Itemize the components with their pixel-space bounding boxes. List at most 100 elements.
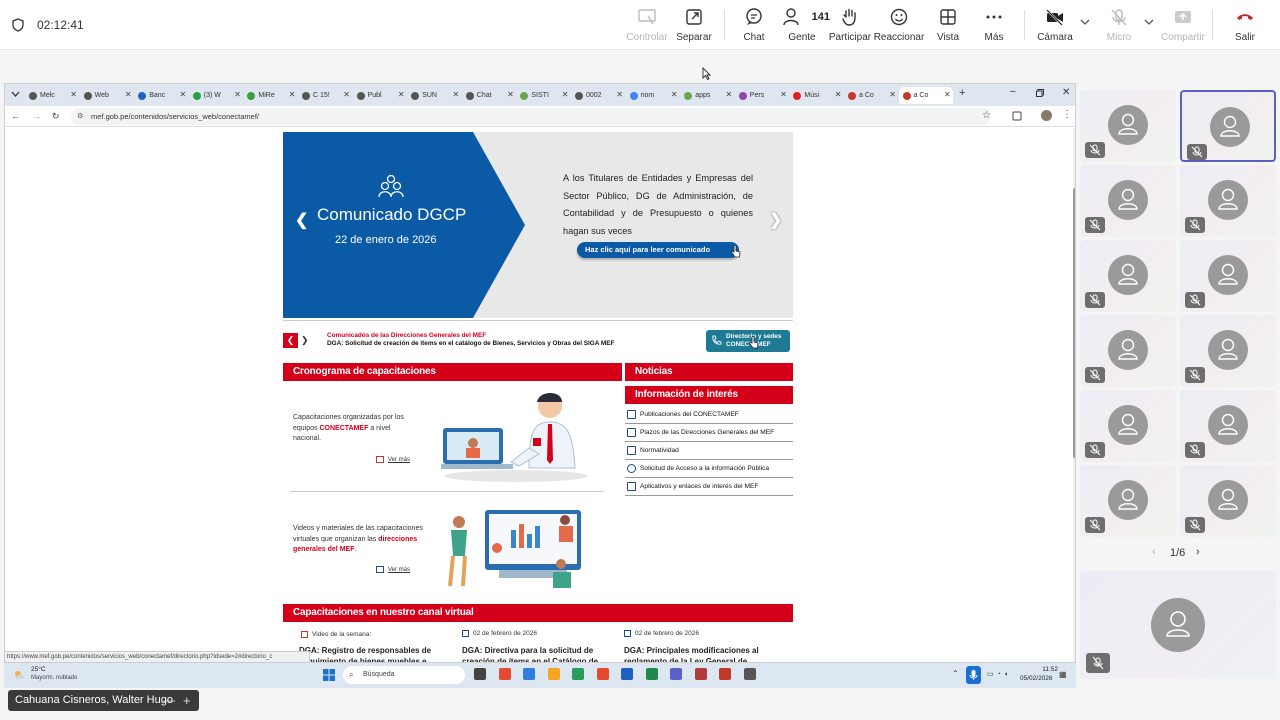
participant-tile[interactable] xyxy=(1180,240,1276,312)
tab-close-icon[interactable]: ✕ xyxy=(234,90,241,99)
ticker-text[interactable]: DGA: Solicitud de creación de ítems en e… xyxy=(327,340,614,347)
carousel-next-icon[interactable]: ❯ xyxy=(769,210,782,230)
taskbar-app-icon[interactable] xyxy=(694,668,707,680)
info-link-normatividad[interactable]: Normatividad xyxy=(625,442,793,460)
window-close-icon[interactable]: ✕ xyxy=(1062,87,1070,98)
profile-avatar[interactable] xyxy=(1041,110,1052,121)
participant-tile[interactable] xyxy=(1180,315,1276,387)
forward-icon[interactable]: → xyxy=(32,111,41,121)
browser-tab[interactable]: a Co ✕ xyxy=(844,87,898,104)
taskbar-app-icon[interactable] xyxy=(498,668,511,680)
mic-in-use-icon[interactable] xyxy=(966,666,981,684)
camera-button[interactable]: Cámara xyxy=(1027,8,1083,44)
popout-button[interactable]: Separar xyxy=(666,8,722,44)
reload-icon[interactable]: ↻ xyxy=(52,111,60,122)
browser-tab[interactable]: SISTI ✕ xyxy=(516,87,570,104)
info-link-publicaciones[interactable]: Publicaciones del CONECTAMEF xyxy=(625,406,793,424)
tab-close-icon[interactable]: ✕ xyxy=(507,90,514,99)
carousel-prev-icon[interactable]: ❮ xyxy=(295,210,308,230)
raise-hand-button[interactable]: Participar xyxy=(822,8,878,44)
page-next-icon[interactable]: › xyxy=(1196,546,1200,558)
taskbar-search[interactable]: ⌕ Búsqueda xyxy=(343,666,465,684)
taskbar-app-icon[interactable] xyxy=(596,668,609,680)
canal-video-title-2[interactable]: DGA: Directiva para la solicitud de crea… xyxy=(462,645,612,662)
weather-icon[interactable] xyxy=(13,669,27,680)
ticker-source[interactable]: Comunicados de las Direcciones Generales… xyxy=(327,332,486,339)
page-prev-icon[interactable]: ‹ xyxy=(1152,546,1156,558)
carousel-banner[interactable]: Comunicado DGCP 22 de enero de 2026 ❮ ❯ … xyxy=(283,132,793,318)
taskbar-app-icon[interactable] xyxy=(621,668,633,680)
browser-tab[interactable]: Chat ✕ xyxy=(462,87,516,104)
react-button[interactable]: Reaccionar xyxy=(871,8,927,44)
minimize-icon[interactable]: — xyxy=(163,690,175,711)
tab-close-icon[interactable]: ✕ xyxy=(671,90,678,99)
participant-tile[interactable] xyxy=(1080,165,1176,237)
notification-icon[interactable]: ▦ xyxy=(1059,670,1067,679)
tab-close-icon[interactable]: ✕ xyxy=(562,90,569,99)
browser-tab[interactable]: (3) W ✕ xyxy=(189,87,243,104)
browser-tab[interactable]: Web ✕ xyxy=(80,87,134,104)
browser-tab[interactable]: C 15! ✕ xyxy=(298,87,352,104)
tab-close-icon[interactable]: ✕ xyxy=(835,90,842,99)
plus-icon[interactable]: + xyxy=(183,690,191,711)
participant-tile[interactable] xyxy=(1180,390,1276,462)
participant-tile[interactable] xyxy=(1080,240,1176,312)
new-tab-icon[interactable]: + xyxy=(959,87,965,99)
browser-tab[interactable]: apps ✕ xyxy=(680,87,734,104)
url-field[interactable]: ⚙ mef.gob.pe/contenidos/servicios_web/co… xyxy=(71,108,991,125)
tab-close-icon[interactable]: ✕ xyxy=(289,90,296,99)
leave-button[interactable]: Salir xyxy=(1217,8,1273,44)
back-icon[interactable]: ← xyxy=(11,111,20,121)
taskbar-app-icon[interactable] xyxy=(523,668,535,680)
tab-close-icon[interactable]: ✕ xyxy=(889,90,896,99)
tab-close-icon[interactable]: ✕ xyxy=(398,90,405,99)
tab-close-icon[interactable]: ✕ xyxy=(780,90,787,99)
tray-chevron-icon[interactable]: ⌃ xyxy=(952,669,959,678)
browser-tab[interactable]: Pers ✕ xyxy=(735,87,789,104)
ver-mas-link[interactable]: Ver más xyxy=(376,456,410,463)
browser-menu-icon[interactable]: ⋮ xyxy=(1062,109,1072,120)
mic-button[interactable]: Micro xyxy=(1091,8,1147,44)
tab-close-icon[interactable]: ✕ xyxy=(616,90,623,99)
tab-close-icon[interactable]: ✕ xyxy=(944,90,951,99)
browser-tab[interactable]: Publ ✕ xyxy=(353,87,407,104)
participant-tile[interactable] xyxy=(1080,465,1176,537)
info-link-plazos[interactable]: Plazos de las Direcciones Generales del … xyxy=(625,424,793,442)
browser-tab[interactable]: 0002 ✕ xyxy=(571,87,625,104)
taskbar-app-icon[interactable] xyxy=(719,668,731,680)
taskbar-app-icon[interactable] xyxy=(645,668,658,680)
participant-tile[interactable] xyxy=(1080,90,1176,162)
info-link-aplicativos[interactable]: Aplicativos y enlaces de interés del MEF xyxy=(625,478,793,496)
site-info-icon[interactable]: ⚙ xyxy=(77,108,83,125)
browser-tab[interactable]: Músi ✕ xyxy=(789,87,843,104)
participant-tile[interactable] xyxy=(1180,465,1276,537)
ticker-prev-icon[interactable]: ❮ xyxy=(283,333,298,348)
noticias-header[interactable]: Noticias xyxy=(625,363,793,381)
directory-button[interactable]: Directorio y sedes CONECTAMEF xyxy=(706,330,790,352)
tray-status-icons[interactable]: ▭◔◖ xyxy=(987,670,1011,678)
tab-close-icon[interactable]: ✕ xyxy=(179,90,186,99)
tab-close-icon[interactable]: ✕ xyxy=(70,90,77,99)
participant-tile[interactable] xyxy=(1180,90,1276,162)
browser-tab[interactable]: nom ✕ xyxy=(626,87,680,104)
info-link-solicitud[interactable]: Solicitud de Acceso a la información Púb… xyxy=(625,460,793,478)
taskbar-app-icon[interactable] xyxy=(474,668,486,680)
windows-start-icon[interactable] xyxy=(323,669,335,681)
read-notice-button[interactable]: Haz clic aquí para leer comunicado xyxy=(577,242,739,258)
browser-tab[interactable]: a Co ✕ xyxy=(898,87,953,104)
tab-close-icon[interactable]: ✕ xyxy=(725,90,732,99)
ver-mas-link[interactable]: Ver más xyxy=(376,566,410,573)
browser-tab[interactable]: SUN ✕ xyxy=(407,87,461,104)
taskbar-app-icon[interactable] xyxy=(743,668,756,680)
browser-tab[interactable]: Melc ✕ xyxy=(25,87,79,104)
participant-tile[interactable] xyxy=(1080,390,1176,462)
mic-options-chevron-icon[interactable] xyxy=(1144,18,1154,26)
participant-tile[interactable] xyxy=(1180,165,1276,237)
canal-video-title-1[interactable]: DGA: Registro de responsables de seguimi… xyxy=(299,645,441,662)
taskbar-app-icon[interactable] xyxy=(670,668,682,680)
taskbar-app-icon[interactable] xyxy=(572,668,584,680)
tab-search-chevron-icon[interactable] xyxy=(11,90,20,98)
restore-icon[interactable] xyxy=(1036,89,1044,97)
self-view-tile[interactable] xyxy=(1080,571,1276,679)
camera-options-chevron-icon[interactable] xyxy=(1080,18,1090,26)
